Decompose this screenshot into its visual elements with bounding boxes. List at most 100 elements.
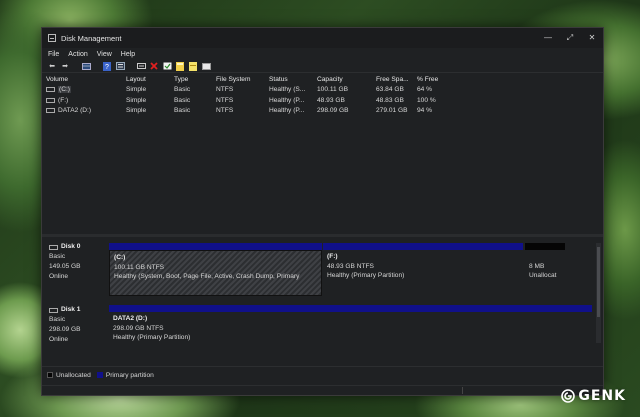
partition-status: Healthy (Primary Partition) (327, 272, 405, 279)
partition-bar-primary (323, 243, 523, 250)
disk-management-icon (48, 34, 56, 42)
col-layout[interactable]: Layout (126, 76, 174, 83)
rescan-icon[interactable] (136, 62, 146, 71)
volume-row[interactable]: (C:) Simple Basic NTFS Healthy (S... 100… (42, 85, 603, 96)
list-view-icon[interactable] (81, 62, 91, 71)
col-capacity[interactable]: Capacity (317, 76, 376, 83)
partition-name: (F:) (327, 253, 338, 260)
disk-type: Basic (49, 316, 66, 323)
menu-bar: File Action View Help (42, 48, 603, 60)
title-bar[interactable]: Disk Management — ⤢ ✕ (42, 28, 603, 48)
volume-free-space: 63.84 GB (376, 86, 404, 94)
maximize-button[interactable]: ⤢ (559, 28, 581, 48)
menu-view[interactable]: View (97, 51, 112, 58)
volume-name: (C:) (58, 86, 71, 94)
disk-map-scrollbar[interactable] (596, 243, 601, 343)
volume-layout: Simple (126, 107, 147, 115)
folder-open-icon[interactable] (188, 61, 198, 71)
folder-icon[interactable] (175, 61, 185, 71)
watermark-text: GENK (578, 388, 626, 404)
disk-state: Online (49, 336, 69, 343)
volume-free-space: 279.01 GB (376, 107, 408, 115)
volume-type: Basic (174, 86, 191, 94)
volume-free-space: 48.83 GB (376, 96, 404, 104)
col-percent-free[interactable]: % Free (417, 76, 457, 83)
col-file-system[interactable]: File System (216, 76, 269, 83)
partition-size: 8 MB (529, 262, 545, 270)
volume-capacity: 298.09 GB (317, 107, 349, 115)
partition-bar-unallocated (525, 243, 565, 250)
partition-status: Healthy (Primary Partition) (113, 334, 191, 341)
volume-capacity: 100.11 GB (317, 86, 349, 94)
volume-file-system: NTFS (216, 86, 234, 94)
genk-logo-icon (561, 389, 576, 403)
drive-icon (46, 87, 55, 93)
volume-capacity: 48.93 GB (317, 96, 345, 104)
volume-status: Healthy (P... (269, 107, 305, 115)
disk-name: Disk 0 (61, 243, 81, 250)
partition-name: (C:) (114, 254, 126, 261)
disk-icon[interactable] (201, 62, 211, 71)
volume-layout: Simple (126, 86, 147, 94)
back-icon[interactable]: ⬅ (47, 62, 57, 71)
volume-type: Basic (174, 107, 191, 115)
volume-file-system: NTFS (216, 96, 234, 104)
col-free-space[interactable]: Free Spa... (376, 76, 417, 83)
volume-name: DATA2 (D:) (58, 107, 92, 115)
menu-help[interactable]: Help (121, 51, 135, 58)
volume-type: Basic (174, 96, 191, 104)
drive-icon (46, 97, 55, 103)
delete-icon[interactable] (149, 62, 159, 71)
status-bar (42, 385, 603, 395)
volume-row[interactable]: DATA2 (D:) Simple Basic NTFS Healthy (P.… (42, 106, 603, 117)
status-divider (462, 387, 463, 394)
partition-bar-primary (109, 305, 592, 312)
menu-file[interactable]: File (48, 51, 59, 58)
partition-status: Healthy (System, Boot, Page File, Active… (114, 273, 300, 280)
partition-name (529, 252, 571, 262)
forward-icon[interactable]: ➡ (60, 62, 70, 71)
svg-text:?: ? (105, 64, 109, 71)
volume-percent-free: 100 % (417, 96, 436, 104)
legend-swatch (96, 372, 103, 379)
volume-status: Healthy (S... (269, 86, 306, 94)
disk-management-window: Disk Management — ⤢ ✕ File Action View H… (41, 27, 604, 396)
partition-c[interactable]: (C:) 100.11 GB NTFS Healthy (System, Boo… (109, 250, 322, 296)
window-title: Disk Management (61, 33, 122, 43)
disk-icon (49, 307, 58, 313)
minimize-button[interactable]: — (537, 28, 559, 48)
volume-list-header: Volume Layout Type File System Status Ca… (42, 74, 603, 85)
partition-size: 48.93 GB NTFS (327, 262, 374, 270)
close-button[interactable]: ✕ (581, 28, 603, 48)
col-volume[interactable]: Volume (42, 76, 126, 83)
partition-size: 298.09 GB NTFS (113, 324, 164, 332)
partition-d[interactable]: DATA2 (D:) 298.09 GB NTFS Healthy (Prima… (109, 312, 592, 352)
volume-status: Healthy (P... (269, 96, 305, 104)
disk-size: 149.05 GB (49, 263, 81, 270)
partition-bar-primary (109, 243, 322, 250)
disk-type: Basic (49, 253, 66, 260)
check-icon[interactable] (162, 62, 172, 71)
disk-state: Online (49, 273, 69, 280)
partition-f[interactable]: (F:) 48.93 GB NTFS Healthy (Primary Part… (323, 250, 523, 296)
disk-0-info[interactable]: Disk 0 Basic 149.05 GB Online (49, 242, 81, 282)
volume-percent-free: 94 % (417, 107, 433, 115)
col-type[interactable]: Type (174, 76, 216, 83)
partition-unallocated[interactable]: 8 MB Unallocat (525, 250, 575, 296)
disk-map: Disk 0 Basic 149.05 GB Online (C:) 100.1… (42, 237, 603, 361)
legend-swatch (47, 372, 53, 379)
menu-action[interactable]: Action (68, 51, 87, 58)
volume-row[interactable]: (F:) Simple Basic NTFS Healthy (P... 48.… (42, 95, 603, 106)
toolbar: ⬅ ➡ ? (42, 60, 603, 73)
disk-1-info[interactable]: Disk 1 Basic 298.09 GB Online (49, 305, 81, 345)
disk-name: Disk 1 (61, 306, 81, 313)
legend: Unallocated Primary partition (42, 366, 603, 384)
scrollbar-thumb[interactable] (597, 247, 600, 317)
drive-icon (46, 108, 55, 114)
legend-unallocated: Unallocated (47, 372, 91, 379)
partition-status: Unallocat (529, 272, 557, 279)
col-status[interactable]: Status (269, 76, 317, 83)
properties-icon[interactable] (115, 62, 125, 71)
genk-watermark: GENK (561, 388, 626, 404)
help-icon[interactable]: ? (102, 61, 112, 71)
